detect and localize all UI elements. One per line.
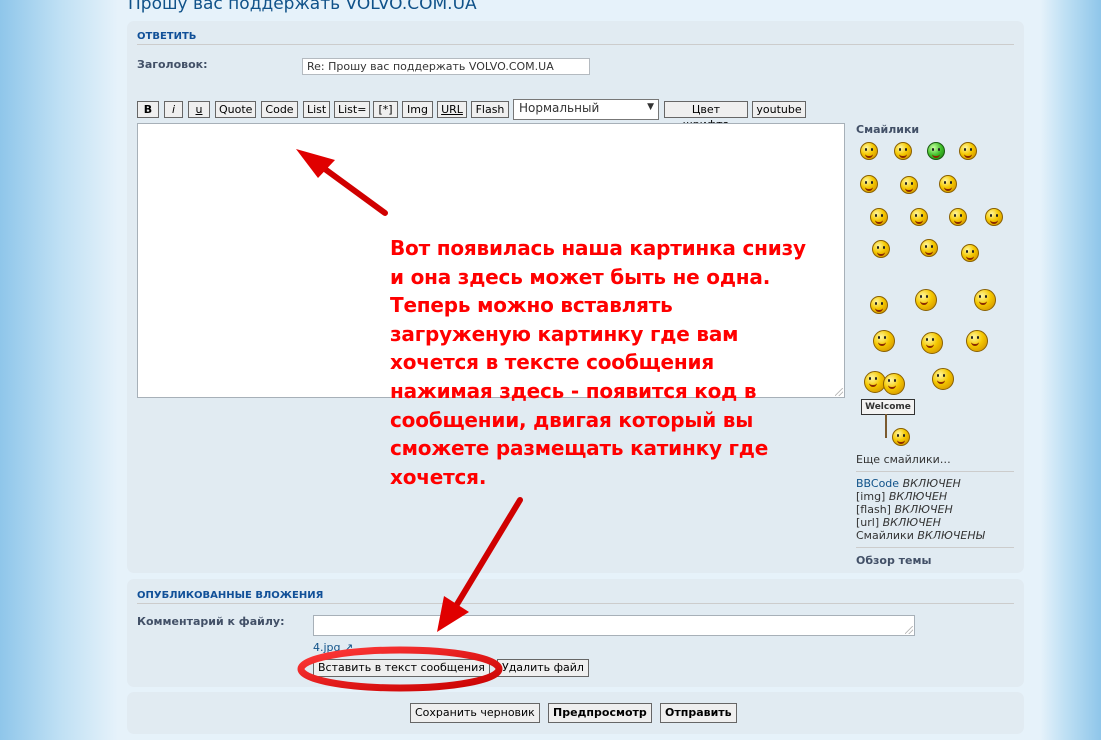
img-status-line: [img] ВКЛЮЧЕН: [856, 490, 948, 503]
flash-button[interactable]: Flash: [471, 101, 509, 118]
save-draft-button[interactable]: Сохранить черновик: [410, 703, 540, 723]
smiley-icon[interactable]: [860, 142, 878, 160]
smiley-icon[interactable]: [921, 332, 943, 354]
smiley-icon[interactable]: [927, 142, 945, 160]
comment-label: Комментарий к файлу:: [137, 615, 285, 628]
smiley-icon[interactable]: [939, 175, 957, 193]
annotation-line: сможете размещать катинку где: [390, 436, 769, 461]
underline-button[interactable]: u: [188, 101, 210, 118]
resize-handle[interactable]: [905, 626, 913, 634]
topic-review-link[interactable]: Обзор темы: [856, 554, 931, 567]
annotation-line: хочется в тексте сообщения: [390, 350, 714, 375]
smiley-icon[interactable]: [900, 176, 918, 194]
flash-status-line: [flash] ВКЛЮЧЕН: [856, 503, 953, 516]
smiley-icon[interactable]: [985, 208, 1003, 226]
annotation-line: загруженую картинку где вам: [390, 321, 739, 346]
more-smilies-link[interactable]: Еще смайлики…: [856, 453, 951, 466]
smiley-icon[interactable]: [870, 208, 888, 226]
smiley-icon[interactable]: [872, 240, 890, 258]
img-button[interactable]: Img: [402, 101, 433, 118]
preview-button[interactable]: Предпросмотр: [548, 703, 652, 723]
smiley-icon[interactable]: [966, 330, 988, 352]
attachments-panel: ОПУБЛИКОВАННЫЕ ВЛОЖЕНИЯ Комментарий к фа…: [127, 579, 1024, 687]
url-button[interactable]: URL: [437, 101, 467, 118]
annotation-text: Вот появилась наша картинка снизу и она …: [390, 234, 850, 491]
insert-inline-button[interactable]: Вставить в текст сообщения: [313, 659, 490, 677]
smiley-icon[interactable]: [873, 330, 895, 352]
smilies-status-line: Смайлики ВКЛЮЧЕНЫ: [856, 529, 985, 542]
attached-file-link[interactable]: 4.jpg ↗: [313, 641, 353, 654]
delete-file-button[interactable]: Удалить файл: [497, 659, 589, 677]
page-title: Прошу вас поддержать VOLVO.COM.UA: [128, 0, 477, 14]
submit-panel: Сохранить черновик Предпросмотр Отправит…: [127, 692, 1024, 734]
welcome-smiley-sign[interactable]: Welcome: [861, 399, 915, 415]
list-ordered-button[interactable]: List=: [334, 101, 370, 118]
list-button[interactable]: List: [303, 101, 330, 118]
annotation-line: и она здесь может быть не одна.: [390, 264, 771, 289]
smilies-title: Смайлики: [856, 123, 920, 136]
quote-button[interactable]: Quote: [215, 101, 256, 118]
welcome-sign-post: [885, 414, 887, 438]
bold-button[interactable]: B: [137, 101, 159, 118]
chevron-down-icon: ▼: [647, 102, 654, 112]
smiley-icon[interactable]: [949, 208, 967, 226]
smiley-icon[interactable]: [959, 142, 977, 160]
font-color-button[interactable]: Цвет шрифта: [664, 101, 748, 131]
code-button[interactable]: Code: [261, 101, 298, 118]
italic-button[interactable]: i: [164, 101, 183, 118]
font-size-select[interactable]: Нормальный ▼: [513, 99, 659, 120]
annotation-line: сообщении, двигая который вы: [390, 407, 754, 432]
list-item-button[interactable]: [*]: [373, 101, 398, 118]
smiley-icon[interactable]: [974, 289, 996, 311]
smiley-icon[interactable]: [932, 368, 954, 390]
subject-label: Заголовок:: [137, 58, 208, 71]
smiley-icon[interactable]: [894, 142, 912, 160]
smiley-icon[interactable]: [892, 428, 910, 446]
arrow-icon: ↗: [344, 641, 354, 654]
annotation-line: нажимая здесь - появится код в: [390, 378, 757, 403]
url-status-line: [url] ВКЛЮЧЕН: [856, 516, 941, 529]
annotation-line: Вот появилась наша картинка снизу: [390, 236, 806, 260]
font-size-value: Нормальный: [519, 101, 600, 115]
smiley-icon[interactable]: [870, 296, 888, 314]
annotation-line: Теперь можно вставлять: [390, 293, 673, 318]
file-comment-textarea[interactable]: [313, 615, 915, 636]
smiley-icon[interactable]: [920, 239, 938, 257]
bbcode-link[interactable]: BBCode: [856, 477, 899, 490]
reply-heading: ОТВЕТИТЬ: [137, 31, 1014, 45]
submit-button[interactable]: Отправить: [660, 703, 737, 723]
youtube-button[interactable]: youtube: [752, 101, 806, 118]
divider: [856, 547, 1014, 548]
annotation-line: хочется.: [390, 464, 487, 489]
smiley-icon[interactable]: [961, 244, 979, 262]
smiley-icon[interactable]: [910, 208, 928, 226]
divider: [856, 471, 1014, 472]
smiley-icon[interactable]: [883, 373, 905, 395]
subject-input[interactable]: [302, 58, 590, 75]
smiley-icon[interactable]: [915, 289, 937, 311]
smiley-icon[interactable]: [860, 175, 878, 193]
bbcode-status-line: BBCode ВКЛЮЧЕН: [856, 477, 961, 490]
attachments-heading: ОПУБЛИКОВАННЫЕ ВЛОЖЕНИЯ: [137, 590, 1014, 604]
